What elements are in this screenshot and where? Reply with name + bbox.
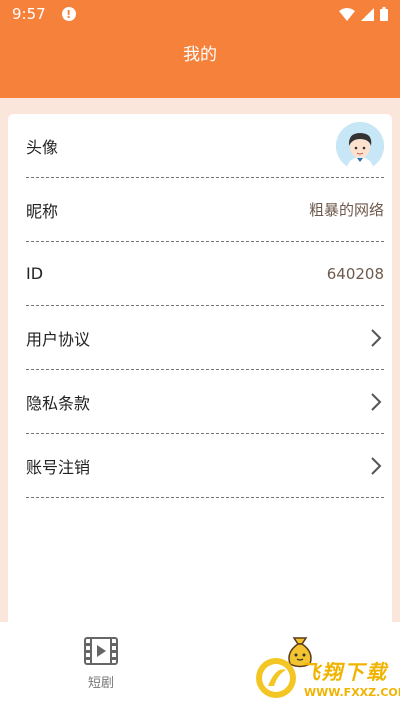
settings-row-id: ID 640208 — [26, 242, 384, 306]
battery-icon — [380, 7, 388, 21]
settings-row-user-agreement[interactable]: 用户协议 — [26, 306, 384, 370]
row-label: 昵称 — [26, 201, 59, 221]
film-play-icon — [84, 637, 118, 665]
chevron-right-icon — [371, 328, 382, 347]
status-bar: 9:57 ! — [0, 0, 400, 28]
status-time: 9:57 — [12, 5, 46, 23]
app-header: 9:57 ! 我的 — [0, 0, 400, 98]
avatar[interactable] — [336, 121, 384, 170]
watermark: 飞翔下载 WWW.FXXZ.COM — [252, 650, 400, 706]
row-label: 隐私条款 — [26, 393, 91, 413]
settings-row-avatar[interactable]: 头像 — [26, 114, 384, 178]
row-label: 用户协议 — [26, 329, 91, 349]
settings-card: 头像 昵称 粗暴的网络 ID 640208 用户协议 隐私条款 账号注销 — [8, 114, 392, 622]
status-icons — [339, 7, 388, 21]
watermark-title: 飞翔下载 — [300, 660, 388, 684]
watermark-logo-icon — [256, 658, 296, 698]
row-label: 账号注销 — [26, 457, 91, 477]
id-value: 640208 — [326, 264, 384, 283]
chevron-right-icon — [371, 392, 382, 411]
settings-row-privacy[interactable]: 隐私条款 — [26, 370, 384, 434]
watermark-url: WWW.FXXZ.COM — [304, 686, 400, 699]
tab-short-drama[interactable]: 短剧 — [78, 636, 124, 696]
settings-row-nickname[interactable]: 昵称 粗暴的网络 — [26, 178, 384, 242]
row-label: 头像 — [26, 137, 59, 157]
page-title: 我的 — [183, 45, 217, 65]
signal-icon — [361, 7, 374, 21]
tab-label: 短剧 — [87, 676, 114, 691]
wifi-icon — [339, 7, 355, 21]
chevron-right-icon — [371, 456, 382, 475]
settings-row-delete-account[interactable]: 账号注销 — [26, 434, 384, 498]
alert-icon: ! — [61, 7, 76, 21]
row-label: ID — [26, 264, 44, 283]
nickname-value: 粗暴的网络 — [308, 201, 384, 219]
